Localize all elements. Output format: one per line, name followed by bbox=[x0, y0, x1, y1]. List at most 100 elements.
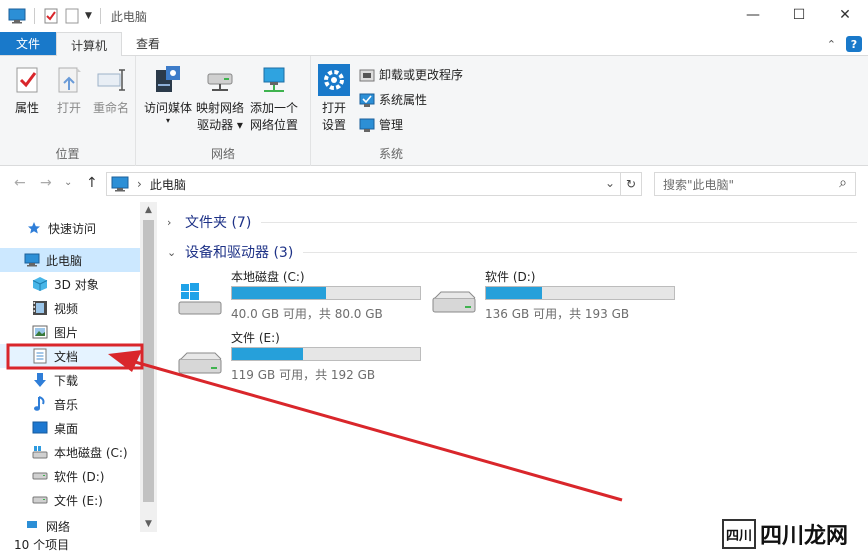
minimize-button[interactable]: — bbox=[730, 0, 776, 30]
drive-tile-c[interactable]: 本地磁盘 (C:) 40.0 GB 可用，共 80.0 GB bbox=[175, 268, 425, 324]
drive-name: 文件 (E:) bbox=[231, 331, 280, 345]
open-settings-button[interactable]: 打开 设置 bbox=[317, 64, 351, 134]
tab-file[interactable]: 文件 bbox=[0, 32, 57, 55]
local-disk-icon bbox=[32, 444, 48, 460]
drive-icon bbox=[32, 492, 48, 508]
chevron-right-icon: › bbox=[167, 215, 172, 229]
nav-scrollbar[interactable]: ▲ ▼ bbox=[140, 202, 157, 532]
nav-item-label: 桌面 bbox=[54, 421, 79, 436]
nav-item-local-disk-c[interactable]: 本地磁盘 (C:) bbox=[0, 440, 140, 464]
search-icon[interactable]: ⌕ bbox=[839, 175, 847, 191]
nav-item-videos[interactable]: 视频 bbox=[0, 296, 140, 320]
nav-item-this-pc[interactable]: 此电脑 bbox=[0, 248, 140, 272]
ribbon-group-system: 打开 设置 卸载或更改程序 系统属性 管理 系统 bbox=[311, 56, 471, 166]
back-button[interactable]: ← bbox=[14, 175, 26, 191]
nav-item-documents[interactable]: 文档 bbox=[0, 344, 140, 368]
properties-label: 属性 bbox=[14, 101, 39, 115]
settings-gear-icon bbox=[318, 64, 350, 96]
drives-section-header[interactable]: ⌄ 设备和驱动器 (3) bbox=[167, 242, 857, 262]
nav-item-files-e[interactable]: 文件 (E:) bbox=[0, 488, 140, 512]
breadcrumb-separator[interactable]: › bbox=[137, 177, 142, 191]
forward-button[interactable]: → bbox=[40, 175, 52, 191]
tab-computer[interactable]: 计算机 bbox=[56, 32, 123, 57]
manage-button[interactable]: 管理 bbox=[359, 116, 403, 133]
map-drive-label-1: 映射网络 bbox=[195, 101, 244, 115]
new-folder-icon[interactable] bbox=[65, 8, 79, 24]
nav-item-music[interactable]: 音乐 bbox=[0, 392, 140, 416]
chevron-down-icon: ⌄ bbox=[167, 245, 177, 259]
media-server-icon bbox=[156, 66, 180, 92]
add-network-label-2: 网络位置 bbox=[249, 118, 298, 132]
nav-item-downloads[interactable]: 下载 bbox=[0, 368, 140, 392]
maximize-button[interactable]: ☐ bbox=[776, 0, 822, 30]
rename-icon bbox=[97, 69, 125, 91]
windows-drive-icon bbox=[178, 283, 222, 315]
open-settings-label-2: 设置 bbox=[321, 118, 346, 132]
map-network-drive-button[interactable]: 映射网络 驱动器 ▾ bbox=[194, 64, 246, 134]
window-controls: — ☐ ✕ bbox=[730, 0, 868, 30]
nav-item-network[interactable]: 网络 bbox=[0, 518, 140, 532]
star-icon bbox=[26, 220, 42, 236]
nav-item-desktop[interactable]: 桌面 bbox=[0, 416, 140, 440]
access-media-button[interactable]: 访问媒体 ▾ bbox=[142, 64, 194, 125]
breadcrumb-path[interactable]: 此电脑 bbox=[150, 176, 186, 193]
ribbon-right-controls: ⌃ ? bbox=[827, 36, 862, 52]
documents-icon bbox=[32, 348, 48, 364]
nav-item-quick-access[interactable]: 快速访问 bbox=[0, 216, 140, 240]
search-input[interactable]: 搜索"此电脑" ⌕ bbox=[654, 172, 856, 196]
system-properties-button[interactable]: 系统属性 bbox=[359, 91, 427, 108]
scroll-thumb[interactable] bbox=[143, 220, 154, 502]
title-bar: ▼ 此电脑 — ☐ ✕ bbox=[0, 0, 868, 32]
ribbon: 属性 打开 重命名 位置 访问媒体 ▾ 映射网络 驱动器 ▾ 添加一个 网络位置… bbox=[0, 56, 868, 166]
drive-free-space: 40.0 GB 可用，共 80.0 GB bbox=[231, 307, 383, 321]
tab-view[interactable]: 查看 bbox=[122, 32, 174, 55]
properties-button[interactable]: 属性 bbox=[10, 64, 44, 117]
drives-section-label: 设备和驱动器 (3) bbox=[185, 245, 294, 261]
properties-check-icon[interactable] bbox=[43, 8, 59, 24]
nav-item-label: 此电脑 bbox=[46, 253, 83, 268]
nav-item-pictures[interactable]: 图片 bbox=[0, 320, 140, 344]
close-button[interactable]: ✕ bbox=[822, 0, 868, 30]
refresh-button[interactable]: ↻ bbox=[620, 172, 642, 196]
up-button[interactable]: ↑ bbox=[86, 175, 98, 191]
help-icon[interactable]: ? bbox=[846, 36, 862, 52]
folders-section-header[interactable]: › 文件夹 (7) bbox=[167, 212, 857, 232]
address-bar[interactable]: › 此电脑 ⌄ ↻ bbox=[106, 172, 642, 196]
nav-item-label: 网络 bbox=[46, 520, 71, 532]
nav-item-label: 下载 bbox=[54, 373, 79, 388]
drive-usage-bar bbox=[485, 286, 675, 300]
location-group-label: 位置 bbox=[55, 147, 80, 161]
uninstall-label: 卸载或更改程序 bbox=[379, 68, 464, 82]
recent-locations-button[interactable]: ⌄ bbox=[64, 177, 72, 188]
drive-usage-fill bbox=[486, 287, 543, 299]
drive-usage-fill bbox=[232, 287, 326, 299]
drive-tile-e[interactable]: 文件 (E:) 119 GB 可用，共 192 GB bbox=[175, 329, 425, 385]
scroll-up-button[interactable]: ▲ bbox=[140, 202, 157, 218]
collapse-ribbon-icon[interactable]: ⌃ bbox=[827, 38, 836, 51]
drive-usage-fill bbox=[232, 348, 304, 360]
uninstall-program-button[interactable]: 卸载或更改程序 bbox=[359, 66, 463, 83]
window-title: 此电脑 bbox=[110, 9, 147, 24]
content-pane: › 文件夹 (7) ⌄ 设备和驱动器 (3) 本地磁盘 (C:) 40.0 GB… bbox=[157, 202, 868, 532]
ribbon-tabs: 文件 计算机 查看 ⌃ ? bbox=[0, 32, 868, 57]
pictures-icon bbox=[32, 324, 48, 340]
drive-tile-d[interactable]: 软件 (D:) 136 GB 可用，共 193 GB bbox=[429, 268, 679, 324]
section-divider bbox=[303, 251, 857, 253]
nav-item-software-d[interactable]: 软件 (D:) bbox=[0, 464, 140, 488]
section-divider bbox=[261, 221, 857, 223]
item-count: 10 个项目 bbox=[14, 537, 70, 552]
open-settings-label-1: 打开 bbox=[321, 101, 346, 115]
cube-icon bbox=[32, 276, 48, 292]
open-button[interactable]: 打开 bbox=[52, 64, 86, 117]
ribbon-group-network: 访问媒体 ▾ 映射网络 驱动器 ▾ 添加一个 网络位置 网络 bbox=[136, 56, 311, 166]
add-network-location-button[interactable]: 添加一个 网络位置 bbox=[246, 64, 302, 134]
drive-icon bbox=[178, 352, 222, 374]
music-icon bbox=[32, 396, 48, 412]
nav-item-label: 图片 bbox=[54, 325, 79, 340]
address-dropdown-button[interactable]: ⌄ bbox=[605, 176, 615, 190]
toolbar-divider bbox=[34, 8, 35, 24]
nav-item-3d-objects[interactable]: 3D 对象 bbox=[0, 272, 140, 296]
scroll-down-button[interactable]: ▼ bbox=[140, 516, 157, 532]
customize-toolbar-dropdown-icon[interactable]: ▼ bbox=[85, 11, 92, 21]
rename-button[interactable]: 重命名 bbox=[90, 64, 132, 117]
